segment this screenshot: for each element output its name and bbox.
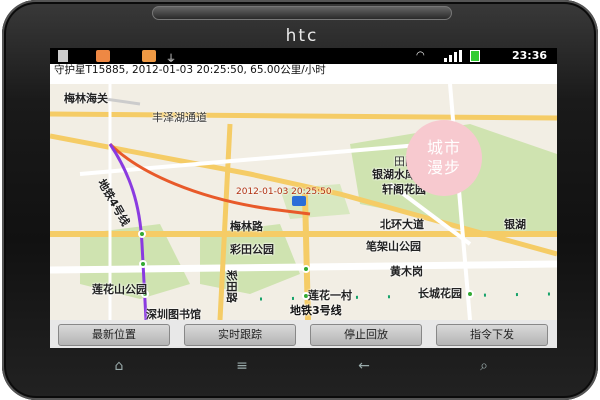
earpiece-speaker — [152, 6, 452, 20]
map-label-bijia: 笔架山公园 — [366, 240, 421, 253]
phone-screen: ⏚ ◠ 23:36 守护星T15885, 2012-01-03 20:25:50… — [50, 48, 557, 348]
wifi-icon: ◠ — [416, 50, 425, 61]
battery-icon — [470, 50, 480, 62]
map-label-lianhua-park: 莲花山公园 — [92, 283, 147, 296]
app-icon-3 — [142, 50, 156, 62]
search-key-icon[interactable]: ⌕ — [474, 358, 494, 374]
badge-line2: 漫步 — [426, 158, 461, 177]
map-label-caitian-park: 彩田公园 — [230, 243, 274, 256]
map-label-track-time: 2012-01-03 20:25:50 — [236, 187, 332, 197]
vehicle-info-text: 守护星T15885, 2012-01-03 20:25:50, 65.00公里/… — [50, 64, 557, 84]
map-label-beihuan: 北环大道 — [380, 218, 424, 231]
hardware-nav-keys: ⌂ ≡ ← ⌕ — [2, 352, 600, 382]
map-label-fengze: 丰泽湖通道 — [152, 111, 207, 124]
map-label-caitian-road: 彩田路 — [225, 270, 238, 303]
map-label-metro3: 地铁3号线 — [290, 304, 342, 317]
status-time: 23:36 — [511, 49, 547, 62]
stop-playback-button[interactable]: 停止回放 — [310, 324, 422, 346]
status-bar: ⏚ ◠ 23:36 — [50, 48, 557, 65]
app-icon-2 — [96, 50, 110, 62]
badge-line1: 城市 — [426, 138, 461, 157]
back-key-icon[interactable]: ← — [354, 358, 374, 374]
menu-key-icon[interactable]: ≡ — [232, 358, 252, 374]
realtime-track-button[interactable]: 实时跟踪 — [184, 324, 296, 346]
map-label-yinhu2: 银湖 — [504, 218, 526, 231]
usb-icon: ⏚ — [166, 54, 176, 65]
map-label-huangmu: 黄木岗 — [390, 265, 423, 278]
home-key-icon[interactable]: ⌂ — [109, 358, 129, 374]
map-label-lianhua-yicun: 莲花一村 — [308, 289, 352, 302]
map-label-changcheng: 长城花园 — [418, 287, 462, 300]
city-walk-badge[interactable]: 城市 漫步 — [406, 120, 482, 196]
signal-icon — [444, 50, 462, 62]
map-label-meilin-road: 梅林路 — [230, 220, 263, 233]
action-button-bar: 最新位置 实时跟踪 停止回放 指令下发 — [50, 320, 557, 348]
brand-logo: htc — [285, 26, 319, 46]
latest-position-button[interactable]: 最新位置 — [58, 324, 170, 346]
app-icon-1 — [58, 50, 68, 62]
phone-frame: htc ⏚ ◠ 23:36 守护星T15885, 2012-01-03 20:2… — [2, 0, 598, 400]
map-view[interactable]: 梅林海关 丰泽湖通道 田园居 银湖水库 轩阁花园 2012-01-03 20:2… — [50, 84, 557, 321]
map-label-meilin: 梅林海关 — [64, 92, 108, 105]
send-command-button[interactable]: 指令下发 — [436, 324, 548, 346]
